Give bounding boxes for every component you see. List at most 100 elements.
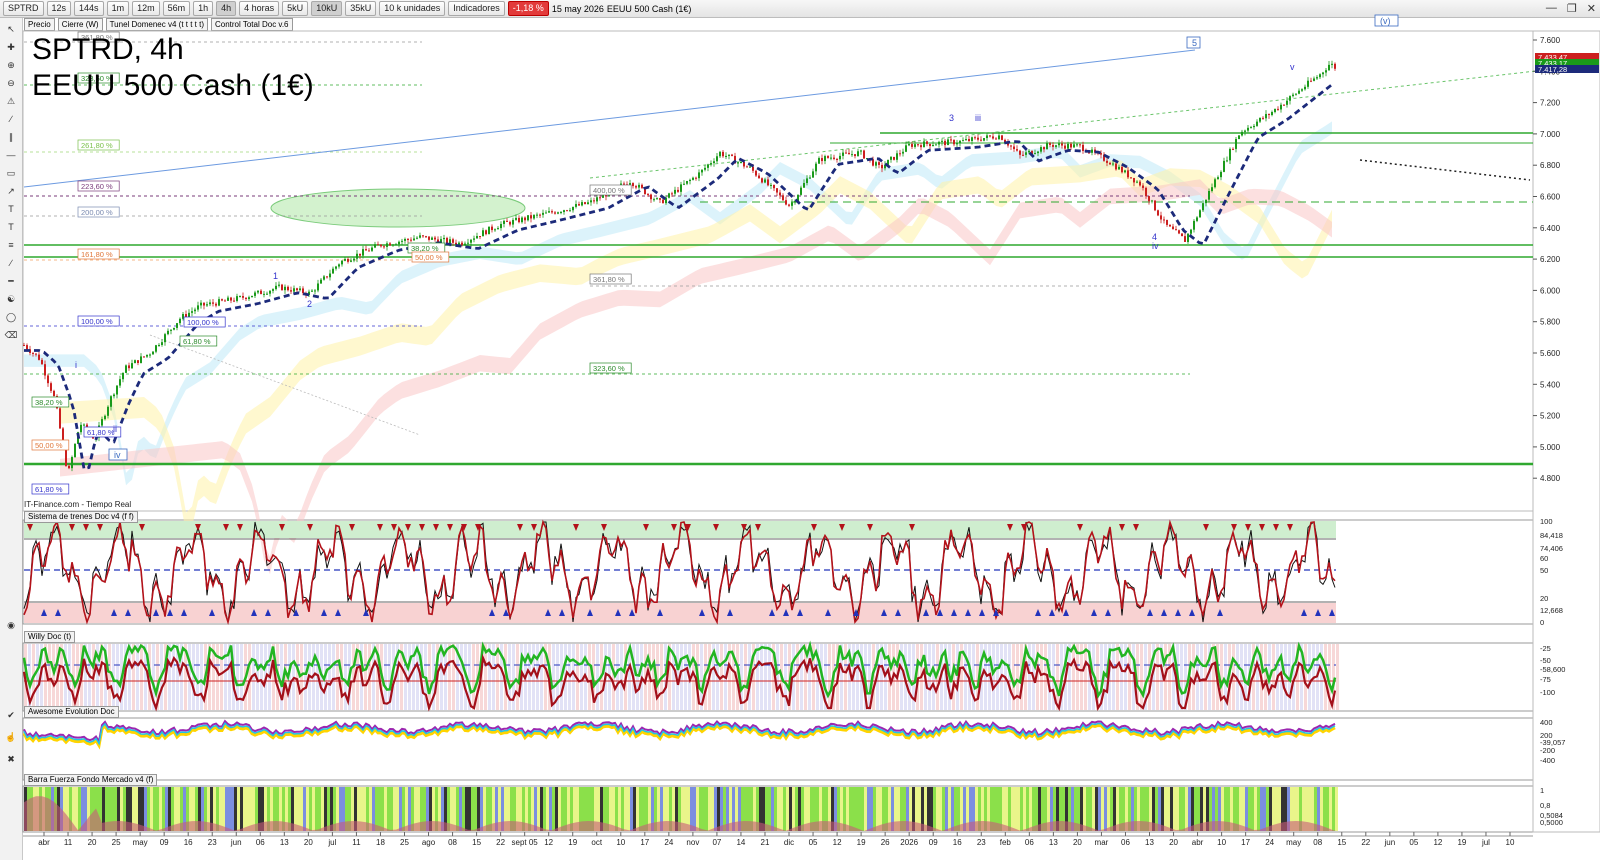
time-tick-56: jun (1383, 838, 1395, 847)
barra-bar (243, 787, 246, 831)
data-credit: IT-Finance.com - Tiempo Real (24, 500, 132, 509)
candle-body (1133, 178, 1135, 183)
candle-body (875, 162, 877, 166)
candle-body (623, 183, 625, 185)
candle-body (494, 229, 496, 231)
willy-bg-bar (652, 644, 655, 710)
candle-body (800, 187, 802, 195)
time-tick-17: 08 (448, 838, 457, 847)
candle-body (281, 284, 283, 291)
willy-bg-bar (448, 644, 451, 710)
panel-title-trenes[interactable]: Sistema de trenes Doc v4 (f f) (24, 511, 138, 523)
time-tick-39: 23 (977, 838, 986, 847)
time-tick-30: 21 (761, 838, 770, 847)
candle-body (512, 219, 514, 225)
candle-body (635, 186, 637, 188)
candle-body (656, 198, 658, 200)
candle-body (917, 144, 919, 146)
willy-bg-bar (1156, 644, 1159, 710)
candle-body (401, 240, 403, 242)
candle-body (998, 135, 1000, 140)
wave-label-6: ii (113, 424, 117, 434)
candle-body (32, 352, 34, 354)
candle-body (491, 226, 493, 231)
barra-bar (930, 787, 933, 831)
candle-body (1160, 215, 1162, 220)
fib-label-15: 50,00 % (415, 253, 443, 262)
time-tick-34: 19 (857, 838, 866, 847)
candle-body (683, 183, 685, 185)
candle-body (74, 443, 76, 458)
time-tick-43: 20 (1073, 838, 1082, 847)
candle-body (890, 156, 892, 160)
candle-body (146, 354, 148, 357)
barra-bar (1320, 787, 1323, 831)
candle-body (755, 170, 757, 176)
barra-bar (1242, 787, 1245, 831)
price-tick-13: 5.000 (1540, 443, 1561, 452)
candle-body (842, 152, 844, 156)
chart-canvas[interactable]: 7.6007.4007.2007.0006.8006.6006.4006.200… (0, 0, 1600, 860)
candle-body (554, 212, 556, 214)
candle-body (245, 297, 247, 300)
panel-title-awesome[interactable]: Awesome Evolution Doc (24, 706, 119, 718)
candle-body (758, 175, 760, 179)
candle-body (1250, 127, 1252, 129)
willy-bg-bar (140, 644, 143, 710)
barra-bar (705, 787, 708, 831)
time-tick-1: 11 (64, 838, 73, 847)
barra-bar (321, 787, 324, 831)
willy-bg-bar (1336, 644, 1339, 710)
barra-bar (1245, 787, 1248, 831)
time-tick-45: 06 (1121, 838, 1130, 847)
candle-body (173, 327, 175, 330)
willy-bg-bar (992, 644, 995, 710)
candle-body (980, 139, 982, 141)
candle-body (509, 221, 511, 225)
barra-bar (951, 787, 954, 831)
barra-bar (1263, 787, 1266, 831)
candle-body (1181, 233, 1183, 237)
candle-body (668, 193, 670, 198)
barra-bar (225, 787, 228, 831)
candle-body (806, 178, 808, 184)
candle-body (1034, 153, 1036, 155)
candle-body (1325, 70, 1327, 73)
candle-body (1091, 149, 1093, 153)
candle-body (326, 276, 328, 278)
barra-bar (1095, 787, 1098, 831)
candle-body (632, 183, 634, 187)
barra-bar (1170, 787, 1173, 831)
candle-body (1145, 187, 1147, 197)
candle-body (1112, 163, 1114, 165)
candle-body (71, 457, 73, 469)
fib-label-9: 61,80 % (35, 485, 63, 494)
candle-body (434, 237, 436, 240)
willy-bg-bar (1072, 644, 1075, 710)
willy-bg-bar (756, 644, 759, 710)
p2-tick-4: -100 (1540, 688, 1555, 697)
price-tick-3: 7.000 (1540, 130, 1561, 139)
barra-bar (141, 787, 144, 831)
time-tick-28: 07 (712, 838, 721, 847)
ellipse-annotation[interactable] (270, 188, 526, 228)
barra-bar (1032, 787, 1035, 831)
candle-body (404, 238, 406, 241)
fib-label-2: 261,80 % (81, 141, 113, 150)
candle-body (1148, 196, 1150, 202)
candle-body (911, 144, 913, 147)
candle-body (296, 288, 298, 291)
candle-body (149, 354, 151, 356)
candle-body (1238, 135, 1240, 140)
candle-body (560, 212, 562, 214)
willy-bg-bar (1192, 644, 1195, 710)
p2-tick-3: -75 (1540, 675, 1551, 684)
candle-body (167, 330, 169, 335)
candle-body (290, 290, 292, 292)
candle-body (1214, 179, 1216, 188)
barra-bar (318, 787, 321, 831)
panel-title-willy[interactable]: Willy Doc (t) (24, 631, 76, 643)
candle-body (1271, 112, 1273, 115)
panel-title-barra[interactable]: Barra Fuerza Fondo Mercado v4 (f) (24, 774, 158, 786)
candle-body (212, 302, 214, 304)
